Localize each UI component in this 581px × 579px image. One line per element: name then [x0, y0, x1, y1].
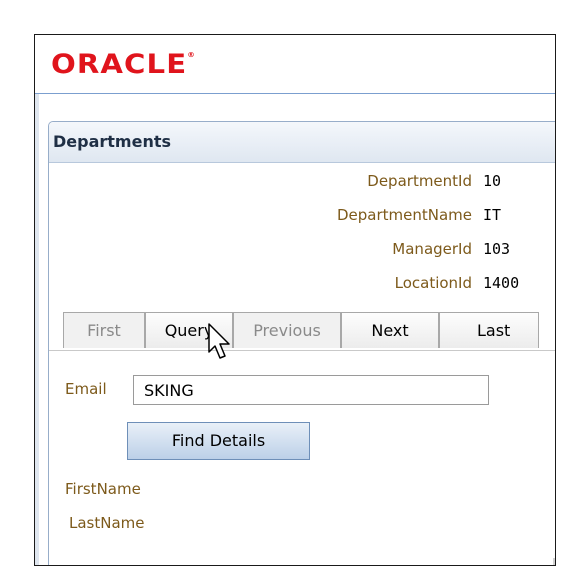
field-department-name: DepartmentName IT [49, 206, 555, 230]
departments-panel: Departments DepartmentId 10 DepartmentNa… [48, 121, 555, 565]
field-department-id: DepartmentId 10 [49, 172, 555, 196]
find-details-button[interactable]: Find Details [127, 422, 310, 460]
email-input[interactable] [133, 375, 489, 405]
field-label-department-name: DepartmentName [336, 206, 472, 224]
field-label-department-id: DepartmentId [367, 172, 472, 190]
navigation-buttons: First Query Previous Next Last [63, 312, 555, 350]
field-manager-id: ManagerId 103 [49, 240, 555, 264]
field-value-location-id: 1400 [483, 274, 520, 292]
last-name-label: LastName [69, 514, 145, 532]
field-label-manager-id: ManagerId [392, 240, 472, 258]
field-value-manager-id: 103 [483, 240, 511, 258]
first-name-label: FirstName [65, 480, 141, 498]
frame-left-edge [35, 35, 39, 565]
mouse-pointer-icon [208, 323, 230, 359]
scrollbar-hint[interactable] [553, 558, 555, 565]
field-value-department-id: 10 [483, 172, 502, 190]
last-button[interactable]: Last [439, 312, 539, 348]
previous-button[interactable]: Previous [233, 312, 341, 348]
email-label: Email [65, 380, 107, 398]
oracle-logo-text: ORACLE [51, 49, 188, 80]
oracle-trademark: ® [187, 51, 196, 59]
panel-header: Departments [49, 122, 555, 163]
branding-bar: ORACLE® [35, 35, 555, 94]
panel-title: Departments [53, 132, 172, 151]
application-frame: ORACLE® Departments DepartmentId 10 Depa… [34, 34, 556, 566]
field-location-id: LocationId 1400 [49, 274, 555, 298]
next-button[interactable]: Next [341, 312, 439, 348]
field-value-department-name: IT [483, 206, 502, 224]
nav-divider [49, 350, 555, 351]
field-label-location-id: LocationId [394, 274, 472, 292]
first-button[interactable]: First [63, 312, 145, 348]
oracle-logo: ORACLE® [51, 49, 196, 80]
